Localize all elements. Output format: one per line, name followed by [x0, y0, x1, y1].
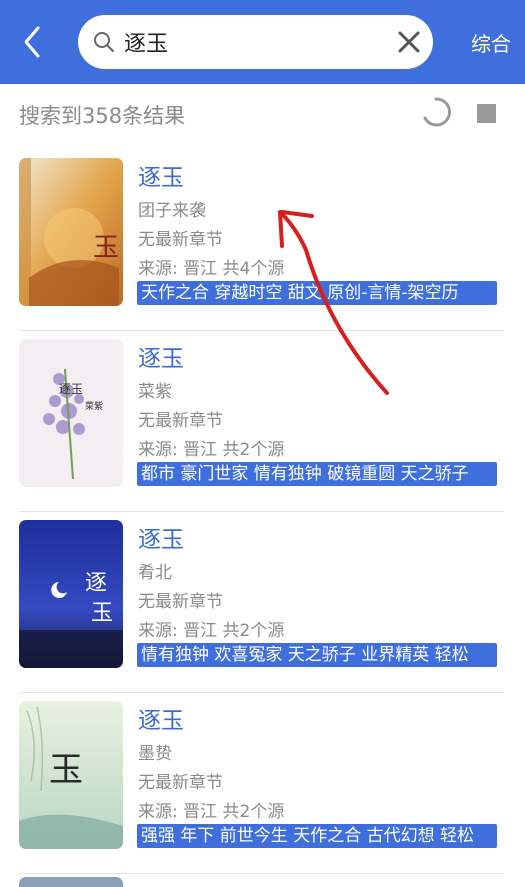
book-author: 菜紫: [138, 382, 172, 402]
svg-text:逐玉: 逐玉: [59, 382, 83, 396]
loading-spinner-icon: [420, 96, 452, 128]
book-author: 墨贽: [138, 744, 172, 764]
book-title[interactable]: 逐玉: [138, 701, 184, 735]
back-button[interactable]: [14, 20, 54, 64]
svg-text:玉: 玉: [93, 233, 119, 263]
clear-icon[interactable]: [395, 28, 423, 56]
stop-icon[interactable]: [477, 104, 496, 123]
book-latest-chapter: 无最新章节: [138, 411, 223, 431]
divider: [19, 873, 504, 874]
book-source: 来源: 晋江 共2个源: [138, 621, 285, 641]
book-title[interactable]: 逐玉: [138, 339, 184, 373]
book-source: 来源: 晋江 共2个源: [138, 440, 285, 460]
book-title[interactable]: 逐玉: [138, 520, 184, 554]
book-source: 来源: 晋江 共4个源: [138, 259, 285, 279]
book-cover: 逐玉 菜紫: [19, 339, 123, 487]
book-latest-chapter: 无最新章节: [138, 230, 223, 250]
book-cover: 玉: [19, 158, 123, 306]
list-item[interactable]: 玉 逐玉 团子来袭 无最新章节 来源: 晋江 共4个源 天作之合 穿越时空 甜文…: [0, 150, 525, 331]
book-author: 团子来袭: [138, 201, 206, 221]
list-item[interactable]: 玉 逐玉 墨贽 无最新章节 来源: 晋江 共2个源 强强 年下 前世今生 天作之…: [0, 693, 525, 874]
top-bar: 综合: [0, 0, 525, 84]
book-cover: 玉: [19, 701, 123, 849]
search-icon: [94, 32, 114, 52]
book-cover: 逐 玉: [19, 520, 123, 668]
book-cover: [19, 877, 123, 887]
result-count: 搜索到358条结果: [19, 104, 186, 128]
book-latest-chapter: 无最新章节: [138, 592, 223, 612]
svg-text:玉: 玉: [91, 601, 113, 626]
book-tags: 天作之合 穿越时空 甜文 原创-言情-架空历: [137, 281, 497, 305]
book-source: 来源: 晋江 共2个源: [138, 802, 285, 822]
book-tags: 情有独钟 欢喜冤家 天之骄子 业界精英 轻松: [137, 643, 497, 667]
book-author: 肴北: [138, 563, 172, 583]
sort-button[interactable]: 综合: [471, 28, 511, 57]
svg-text:菜紫: 菜紫: [85, 400, 103, 412]
search-box[interactable]: [78, 15, 433, 69]
svg-text:玉: 玉: [49, 750, 83, 790]
book-tags: 强强 年下 前世今生 天作之合 古代幻想 轻松: [137, 824, 497, 848]
svg-text:逐: 逐: [85, 571, 107, 596]
status-bar: 搜索到358条结果: [0, 84, 525, 144]
book-tags: 都市 豪门世家 情有独钟 破镜重圆 天之骄子: [137, 462, 497, 486]
book-list: 玉 逐玉 团子来袭 无最新章节 来源: 晋江 共4个源 天作之合 穿越时空 甜文…: [0, 150, 525, 874]
back-arrow-icon: [24, 26, 40, 58]
list-item[interactable]: 逐 玉 逐玉 肴北 无最新章节 来源: 晋江 共2个源 情有独钟 欢喜冤家 天之…: [0, 512, 525, 693]
book-title[interactable]: 逐玉: [138, 158, 184, 192]
list-item[interactable]: 逐玉 菜紫 逐玉 菜紫 无最新章节 来源: 晋江 共2个源 都市 豪门世家 情有…: [0, 331, 525, 512]
book-latest-chapter: 无最新章节: [138, 773, 223, 793]
search-input[interactable]: [124, 25, 384, 59]
